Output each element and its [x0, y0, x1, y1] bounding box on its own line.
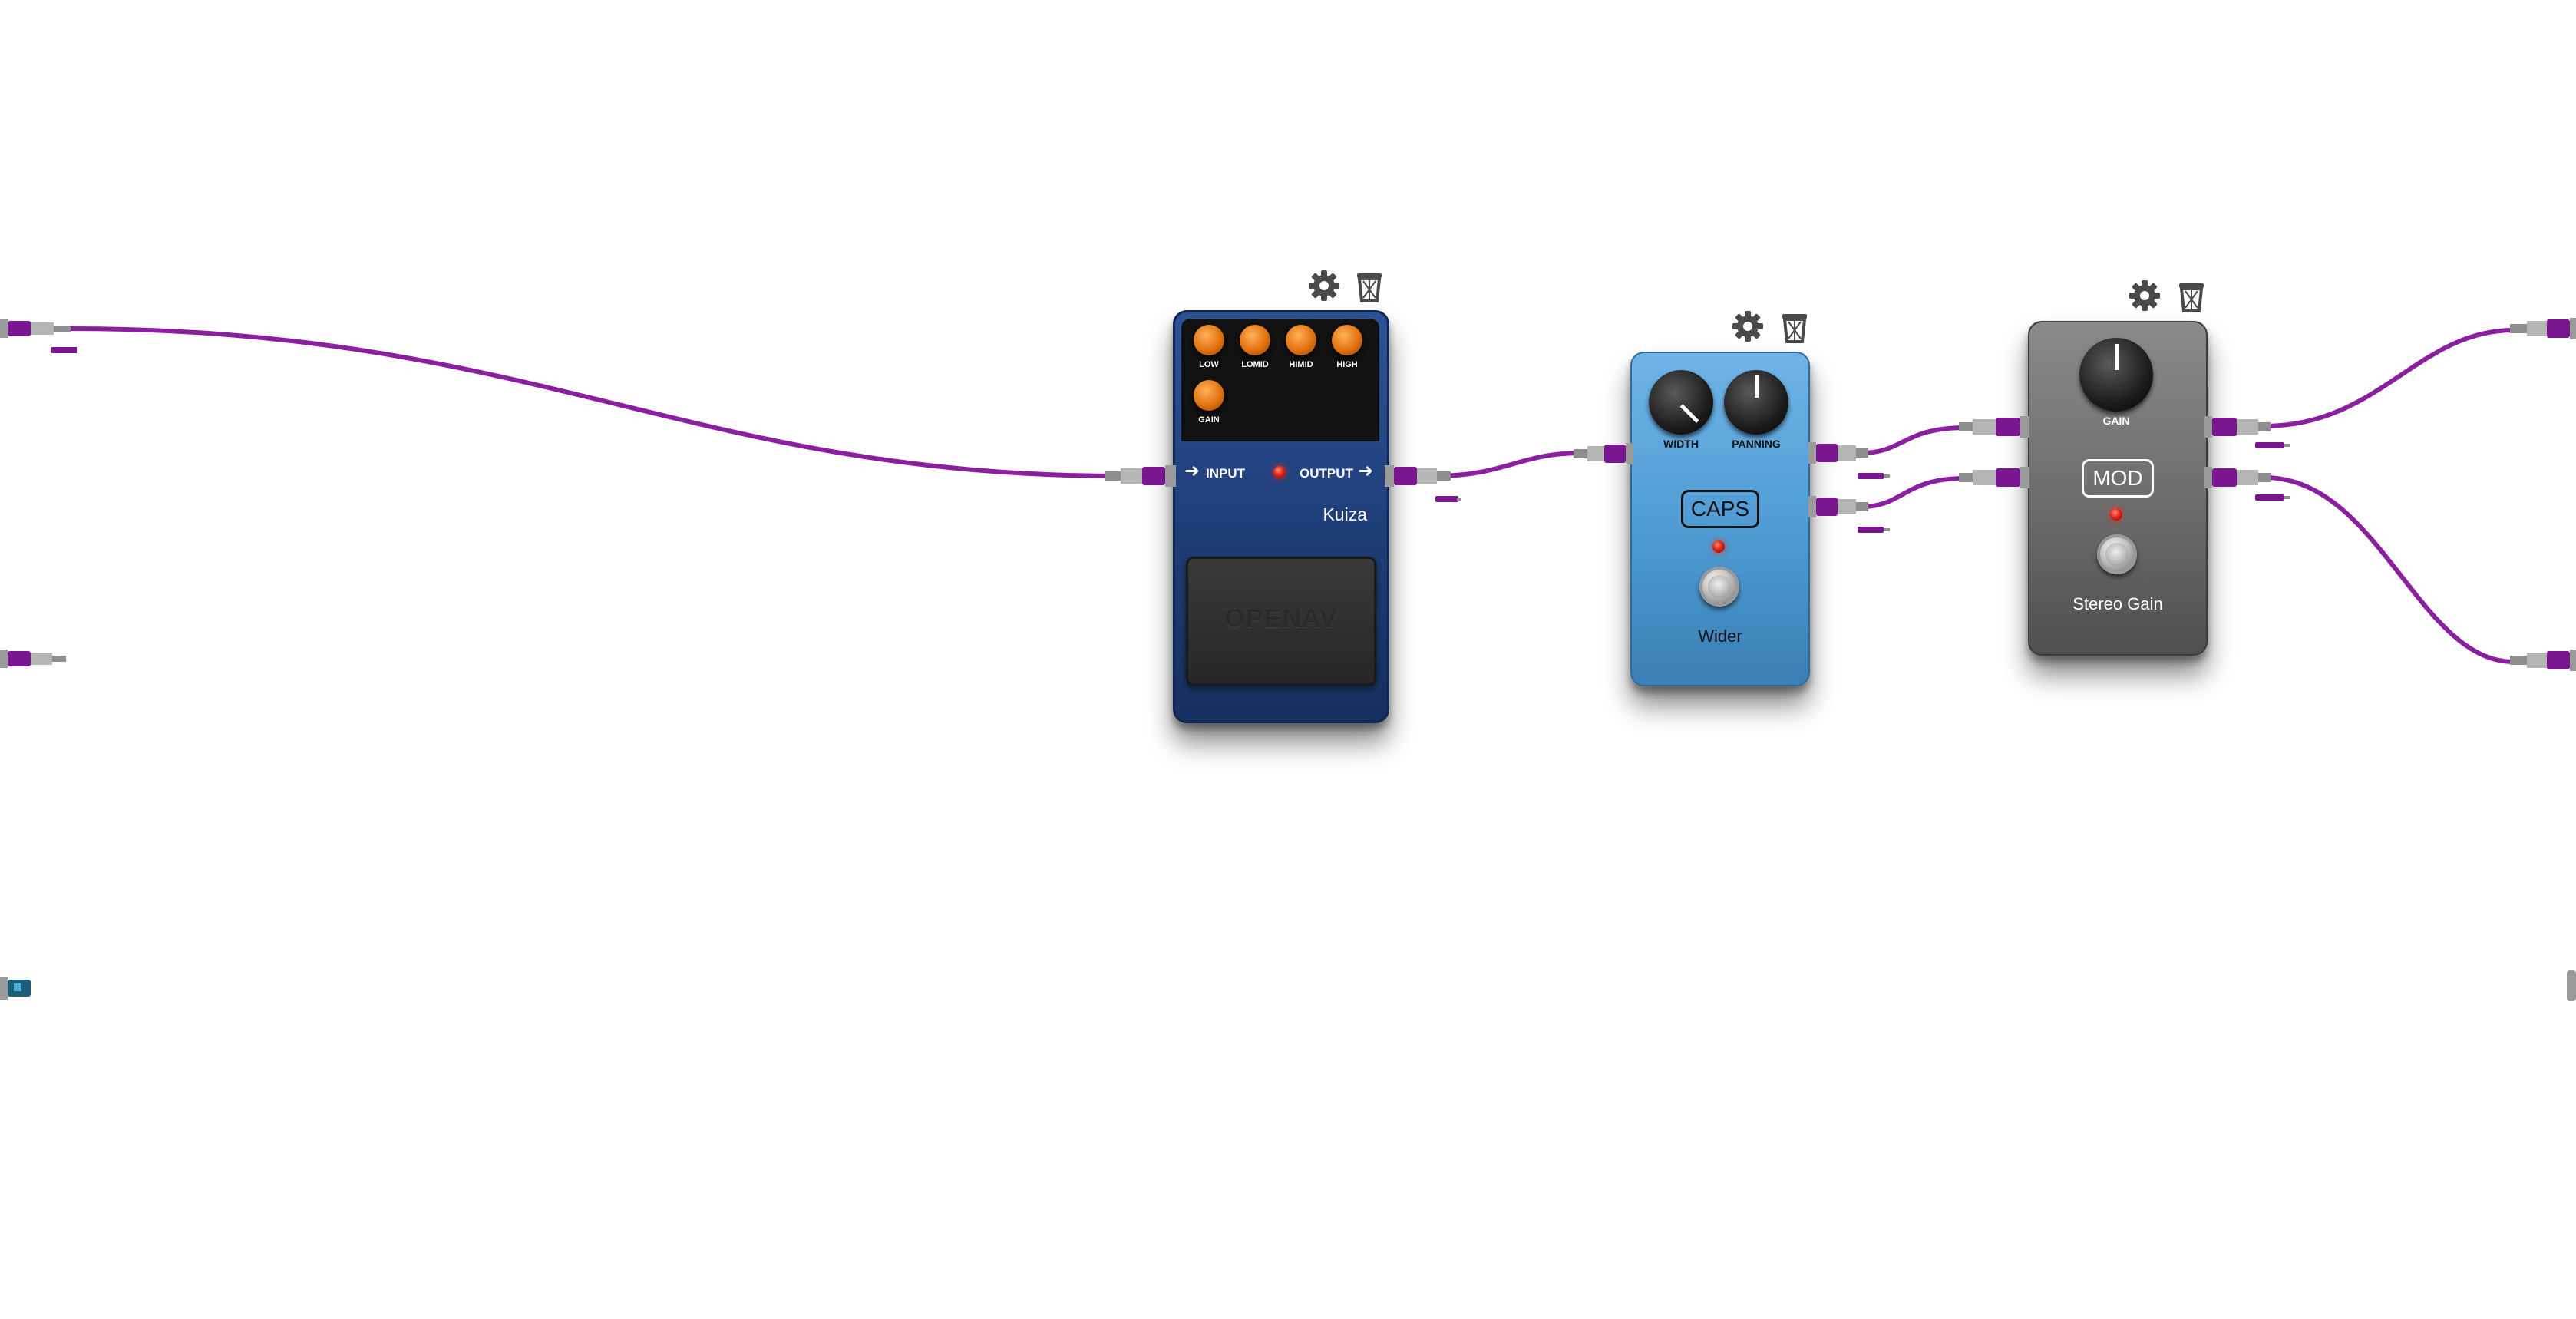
wider-brand-logo: CAPS	[1681, 490, 1759, 528]
kuiza-label-himid: HIMID	[1289, 360, 1313, 369]
midi-playback-port[interactable]	[2564, 969, 2576, 1003]
kuiza-output-arrow-icon: ➜	[1358, 461, 1374, 481]
wider-label-panning: PANNING	[1732, 438, 1781, 450]
kuiza-status-led	[1273, 466, 1286, 478]
trash-icon[interactable]	[1354, 270, 1388, 304]
stereo-gain-pedal[interactable]: GAIN MOD Stereo Gain	[2028, 321, 2208, 656]
stereo-gain-input-jacks[interactable]	[1959, 415, 2031, 491]
kuiza-label-low: LOW	[1199, 360, 1219, 369]
kuiza-output-jack[interactable]	[1385, 464, 1461, 517]
stereo-gain-output-jacks[interactable]	[2204, 415, 2304, 510]
kuiza-input-label: INPUT	[1206, 466, 1245, 481]
wider-label-width: WIDTH	[1663, 438, 1699, 450]
gear-icon[interactable]	[2128, 279, 2162, 312]
wider-knob-panning[interactable]	[1724, 370, 1788, 435]
midi-capture-port[interactable]	[0, 974, 38, 1004]
playback-2-port[interactable]	[2510, 646, 2576, 677]
capture-1-port[interactable]	[0, 307, 77, 369]
playback-1-port[interactable]	[2510, 315, 2576, 345]
stereo-gain-status-led	[2110, 508, 2122, 521]
wider-status-led	[1712, 540, 1725, 553]
wider-output-jacks[interactable]	[1808, 441, 1908, 539]
kuiza-label-gain: GAIN	[1198, 415, 1220, 425]
stereo-gain-knob-gain[interactable]	[2079, 338, 2153, 412]
kuiza-knob-lomid[interactable]	[1240, 325, 1270, 355]
stereo-gain-pedal-name: Stereo Gain	[2072, 594, 2163, 613]
gear-icon[interactable]	[1731, 309, 1765, 343]
stereo-gain-footswitch[interactable]	[2097, 534, 2137, 574]
wider-pedal-name: Wider	[1698, 626, 1742, 646]
kuiza-knob-himid[interactable]	[1286, 325, 1316, 355]
trash-icon[interactable]	[2176, 280, 2210, 314]
kuiza-knob-low[interactable]	[1194, 325, 1224, 355]
wider-pedal[interactable]: WIDTH PANNING CAPS Wider	[1630, 352, 1810, 686]
kuiza-output-label: OUTPUT	[1300, 466, 1353, 481]
cable-capture-to-kuiza[interactable]	[67, 326, 1123, 478]
kuiza-pedal-name: Kuiza	[1323, 504, 1367, 524]
stereo-gain-brand-logo: MOD	[2082, 459, 2154, 498]
cable-gain-to-playback-left[interactable]	[2262, 328, 2516, 428]
gear-icon[interactable]	[1307, 269, 1341, 302]
capture-2-port[interactable]	[0, 645, 69, 676]
kuiza-input-arrow-icon: ➜	[1184, 461, 1200, 481]
kuiza-knob-high[interactable]	[1332, 325, 1362, 355]
kuiza-input-jack[interactable]	[1105, 464, 1176, 490]
kuiza-pedal[interactable]: LOW LOMID HIMID HIGH GAIN ➜ INPUT OUTPUT…	[1173, 310, 1389, 723]
kuiza-label-lomid: LOMID	[1241, 360, 1269, 369]
kuiza-footswitch[interactable]: OPENAV	[1186, 557, 1376, 686]
kuiza-brand-logo: OPENAV	[1224, 604, 1338, 633]
wider-footswitch[interactable]	[1699, 567, 1739, 607]
stereo-gain-label-gain: GAIN	[2102, 415, 2130, 427]
kuiza-knob-gain[interactable]	[1194, 380, 1224, 411]
wider-knob-width[interactable]	[1649, 370, 1713, 435]
kuiza-label-high: HIGH	[1336, 360, 1358, 369]
wider-input-jack[interactable]	[1574, 441, 1633, 468]
trash-icon[interactable]	[1779, 311, 1813, 345]
